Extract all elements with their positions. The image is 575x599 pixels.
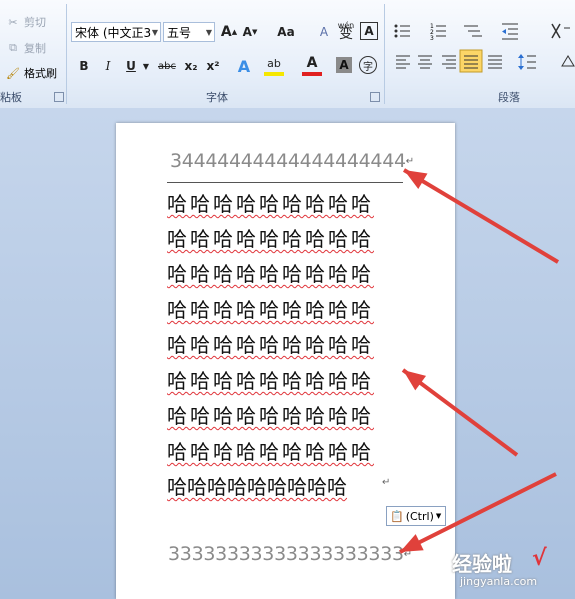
watermark-text: 经验啦 — [452, 552, 512, 576]
annotation-arrow-head — [403, 370, 427, 391]
annotation-arrow-shaft — [399, 472, 557, 554]
annotation-arrow-shaft — [402, 168, 560, 264]
annotation-arrow-head — [404, 170, 428, 190]
watermark-url: jingyanla.com — [460, 575, 538, 588]
watermark-check-icon: √ — [532, 546, 547, 571]
annotation-arrows — [399, 168, 560, 554]
